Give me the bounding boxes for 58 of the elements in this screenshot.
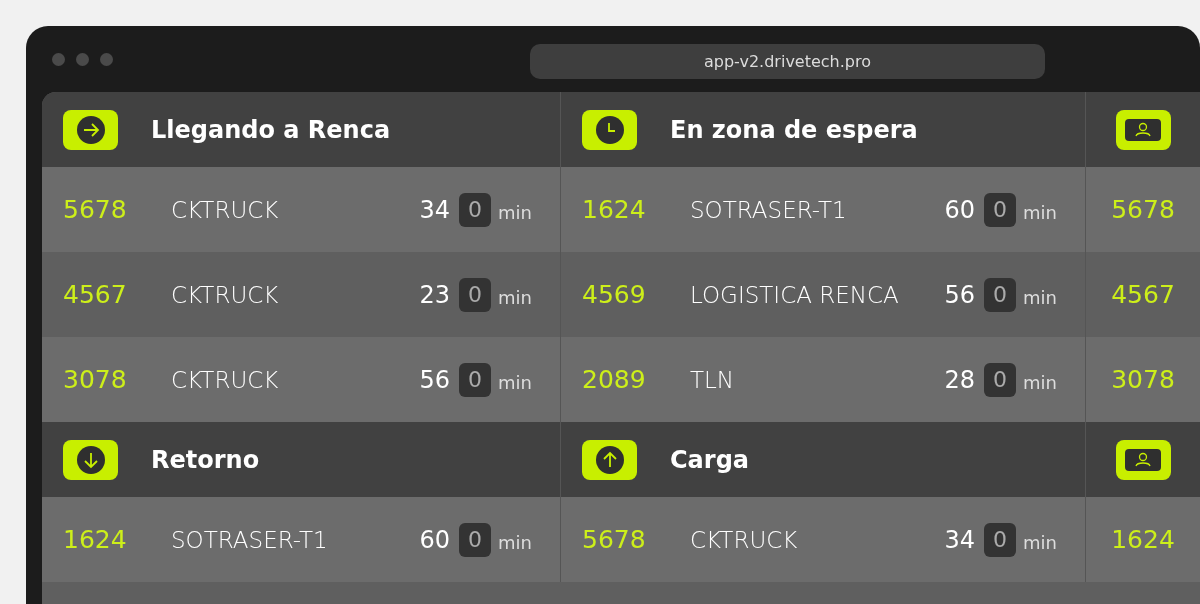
panel-title: Llegando a Renca [151, 115, 391, 144]
truck-id: 1624 [1111, 525, 1175, 554]
person-card-icon [1125, 118, 1161, 141]
panel-title: Carga [670, 445, 750, 474]
truck-id: 1624 [582, 195, 647, 224]
arrow-right-icon [76, 115, 105, 144]
minutes-value: 60 [419, 525, 451, 554]
unit-label: min [498, 372, 532, 393]
unit-label: min [1023, 532, 1057, 553]
window-dot [100, 52, 113, 66]
unit-label: min [498, 532, 532, 553]
minutes-value: 28 [944, 365, 976, 394]
address-bar[interactable]: app-v2.drivetech.pro [530, 44, 1045, 79]
truck-id: 4569 [582, 280, 647, 309]
truck-id: 1624 [63, 525, 128, 554]
unit-label: min [1023, 202, 1057, 223]
truck-id: 2089 [582, 365, 647, 394]
window-dot [76, 52, 89, 66]
company-name: TLN [690, 366, 736, 393]
arrow-up-icon [595, 445, 624, 474]
company-name: SOTRASER-T1 [690, 196, 848, 223]
minutes-value: 34 [944, 525, 976, 554]
window-dot [52, 52, 65, 66]
unit-label: min [498, 287, 532, 308]
unit-label: min [1023, 372, 1057, 393]
truck-id: 4567 [1111, 280, 1175, 309]
truck-id: 5678 [1111, 195, 1175, 224]
truck-id: 5678 [582, 525, 647, 554]
company-name: CKTRUCK [171, 366, 280, 393]
clock-icon [595, 115, 624, 144]
arrow-down-icon [76, 445, 105, 474]
truck-id: 5678 [63, 195, 128, 224]
panel-title: En zona de espera [670, 115, 918, 144]
truck-id: 3078 [1111, 365, 1175, 394]
counter-box: 0 [459, 277, 492, 312]
counter-box: 0 [459, 192, 492, 227]
company-name: CKTRUCK [690, 526, 799, 553]
person-card-icon [1125, 448, 1161, 471]
unit-label: min [1023, 287, 1057, 308]
counter-box: 0 [459, 522, 492, 557]
counter-box: 0 [459, 362, 492, 397]
minutes-value: 23 [419, 280, 451, 309]
truck-id: 4567 [63, 280, 128, 309]
company-name: LOGISTICA RENCA [690, 281, 900, 308]
company-name: SOTRASER-T1 [171, 526, 329, 553]
unit-label: min [498, 202, 532, 223]
counter-box: 0 [984, 362, 1017, 397]
counter-box: 0 [984, 522, 1017, 557]
counter-box: 0 [984, 192, 1017, 227]
truck-id: 3078 [63, 365, 128, 394]
minutes-value: 34 [419, 195, 451, 224]
company-name: CKTRUCK [171, 281, 280, 308]
minutes-value: 56 [944, 280, 976, 309]
counter-box: 0 [984, 277, 1017, 312]
minutes-value: 60 [944, 195, 976, 224]
minutes-value: 56 [419, 365, 451, 394]
panel-title: Retorno [151, 445, 260, 474]
company-name: CKTRUCK [171, 196, 280, 223]
